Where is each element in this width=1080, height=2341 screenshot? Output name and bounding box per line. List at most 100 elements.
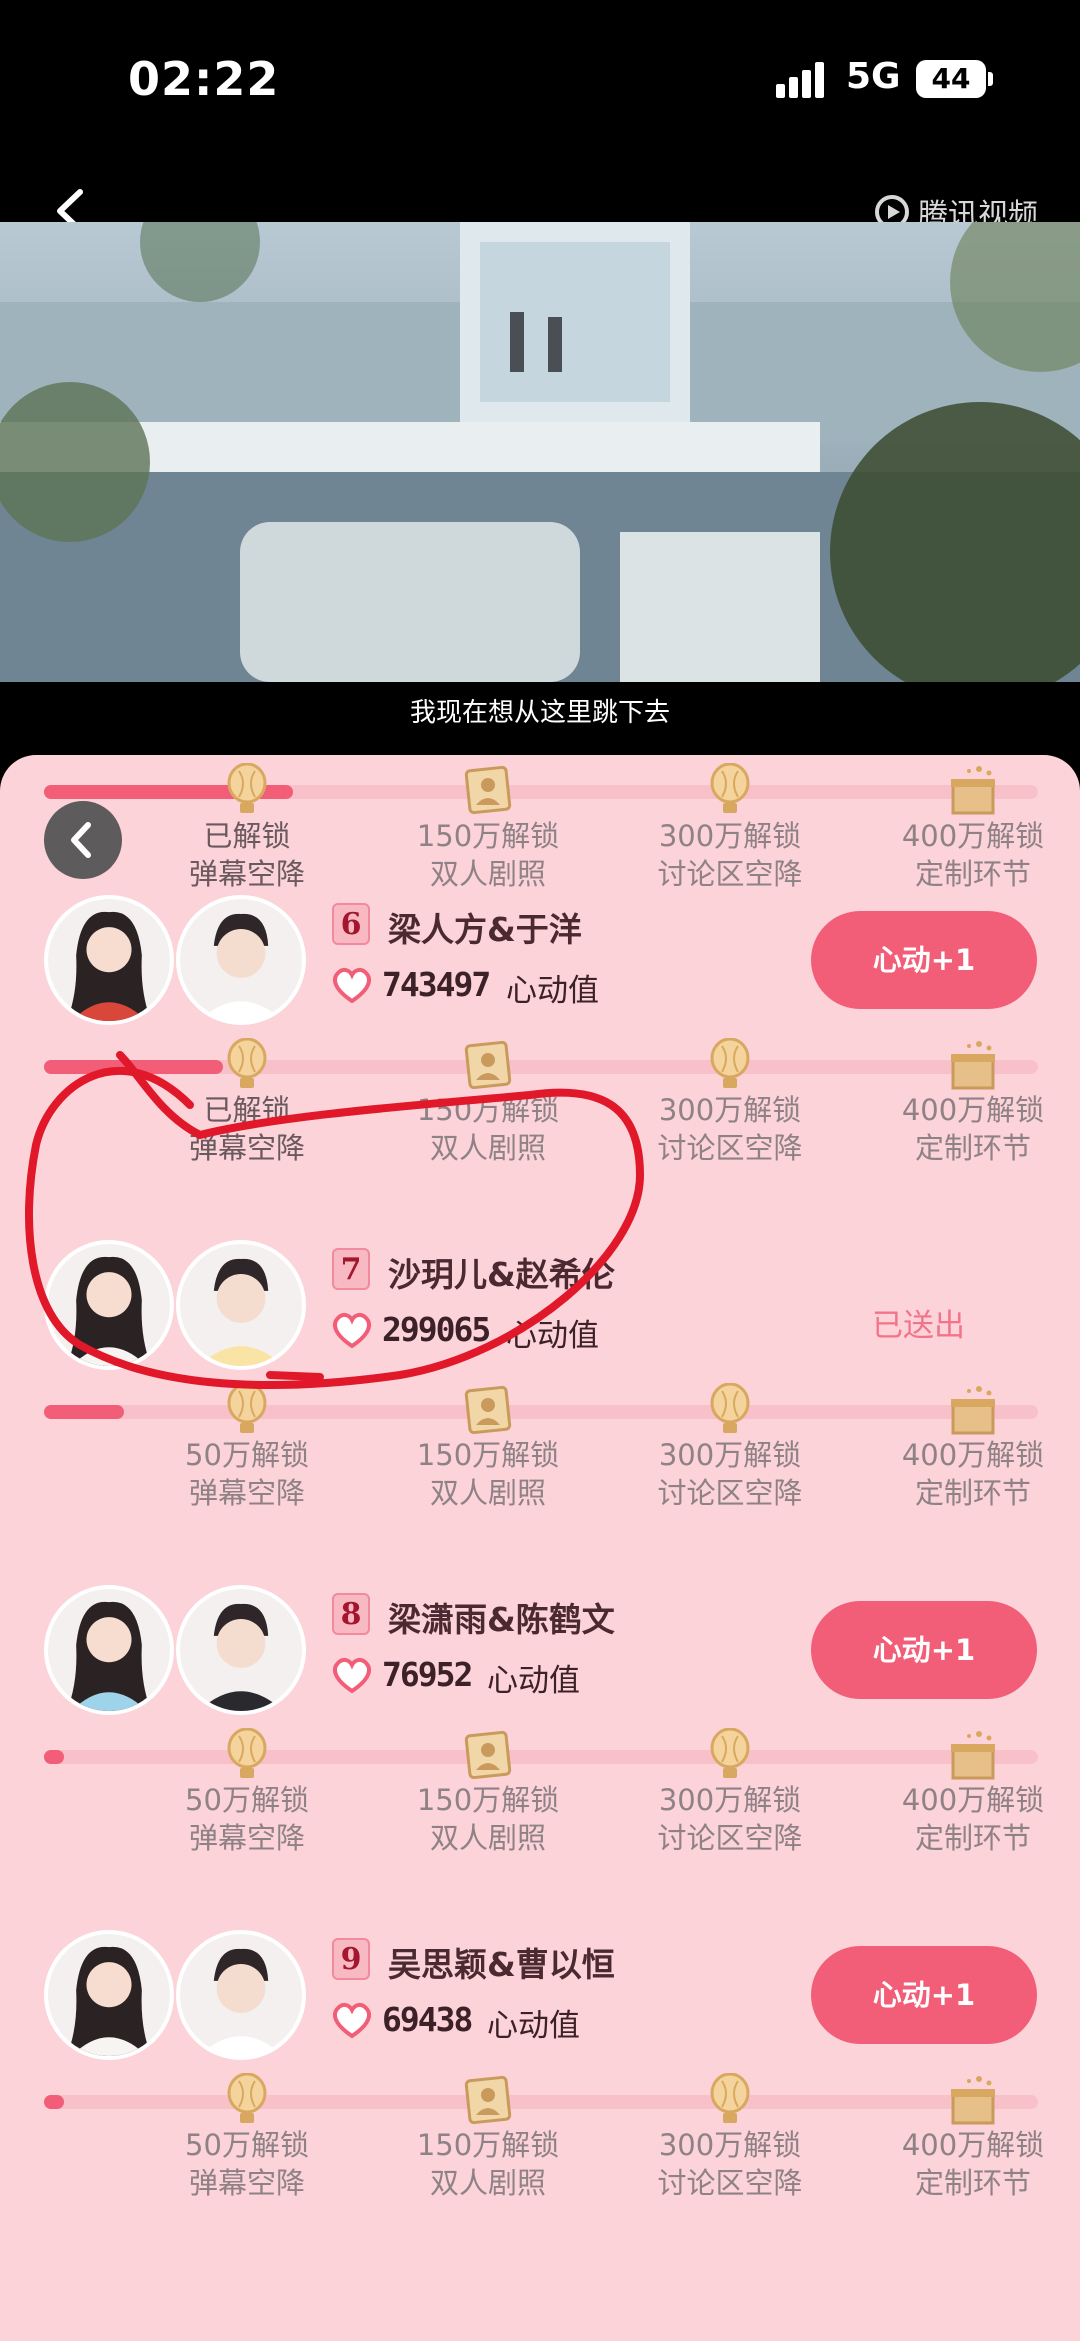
heart-plus-one-button[interactable]: 心动+1 [811, 1946, 1037, 2044]
progress-track [44, 785, 1038, 799]
milestone-label: 400万解锁 定制环节 [868, 1781, 1078, 1857]
milestone-label: 150万解锁 双人剧照 [383, 1781, 593, 1857]
avatar-female[interactable] [44, 1240, 174, 1370]
milestone-reward: 弹幕空降 [188, 1476, 305, 1510]
couple-names: 吴思颖&曹以恒 [388, 1945, 615, 1984]
avatar-male[interactable] [176, 1585, 306, 1715]
couple-names: 梁人方&于洋 [388, 910, 582, 949]
milestone-reward: 双人剧照 [429, 1131, 546, 1165]
score-unit: 心动值 [506, 1318, 599, 1354]
score-unit: 心动值 [487, 2008, 580, 2044]
milestone-label: 50万解锁弹幕空降 [142, 1436, 352, 1512]
heart-icon [330, 1653, 374, 1697]
heart-score: 743497 [382, 965, 491, 1004]
milestone-reward: 双人剧照 [429, 2166, 546, 2200]
balloon-icon [706, 1382, 754, 1435]
milestone-label: 400万解锁 定制环节 [868, 817, 1078, 893]
milestone-label: 150万解锁 双人剧照 [383, 1436, 593, 1512]
gift-box-icon [949, 1728, 997, 1780]
signal-icon [776, 62, 824, 98]
milestone-threshold: 已解锁 [203, 1093, 291, 1127]
battery-icon [988, 72, 993, 86]
milestone-label: 已解锁 弹幕空降 [142, 817, 352, 893]
rank-badge: 6 [332, 903, 370, 945]
rank-badge: 8 [332, 1593, 370, 1635]
milestone-reward: 双人剧照 [429, 1821, 546, 1855]
back-chevron-icon [71, 822, 91, 858]
gift-box-icon [949, 763, 997, 815]
milestone-reward: 双人剧照 [429, 857, 546, 891]
score-unit: 心动值 [487, 1663, 580, 1699]
video-subtitle: 我现在想从这里跳下去 [409, 698, 670, 728]
battery-level: 44 [916, 60, 986, 98]
balloon-icon [706, 1037, 754, 1090]
avatar-male[interactable] [176, 1240, 306, 1370]
rank-badge: 7 [332, 1248, 370, 1290]
sent-status: 已送出 [872, 1308, 965, 1344]
photo-icon [464, 1383, 512, 1435]
rank-badge: 9 [332, 1938, 370, 1980]
milestone-label: 400万解锁 定制环节 [868, 1436, 1078, 1512]
heart-score: 299065 [382, 1310, 491, 1349]
milestone-threshold: 300万解锁 [658, 1783, 802, 1817]
milestone-label: 300万解锁 讨论区空降 [625, 2126, 835, 2202]
milestone-threshold: 400万解锁 [901, 2128, 1045, 2162]
heart-plus-one-button[interactable]: 心动+1 [811, 1601, 1037, 1699]
photo-icon [464, 763, 512, 815]
milestone-label: 300万解锁 讨论区空降 [625, 1436, 835, 1512]
balloon-icon [706, 762, 754, 815]
avatar-female[interactable] [44, 895, 174, 1025]
avatar-female[interactable] [44, 1585, 174, 1715]
milestone-threshold: 已解锁 [203, 819, 291, 853]
progress-fill [44, 1405, 124, 1419]
milestone-reward: 定制环节 [914, 2166, 1031, 2200]
milestone-label: 150万解锁 双人剧照 [383, 1091, 593, 1167]
heart-score: 76952 [382, 1655, 473, 1694]
milestone-reward: 定制环节 [914, 1821, 1031, 1855]
panel-back-button[interactable] [44, 801, 122, 879]
milestone-label: 已解锁 弹幕空降 [142, 1091, 352, 1167]
milestone-threshold: 400万解锁 [901, 1093, 1045, 1127]
progress-track [44, 1405, 1038, 1419]
milestone-reward: 定制环节 [914, 1131, 1031, 1165]
video-player[interactable]: 腾讯视频 我现在想从这里跳下去 [0, 160, 1080, 760]
progress-fill [44, 2095, 64, 2109]
milestone-threshold: 300万解锁 [658, 1438, 802, 1472]
milestone-threshold: 50万解锁 [185, 2128, 309, 2162]
gift-box-icon [949, 1383, 997, 1435]
balloon-icon [706, 1727, 754, 1780]
milestone-reward: 讨论区空降 [657, 857, 803, 891]
milestone-reward: 讨论区空降 [657, 1821, 803, 1855]
photo-icon [464, 1728, 512, 1780]
milestone-reward: 定制环节 [914, 1476, 1031, 1510]
gift-box-icon [949, 2073, 997, 2125]
score-unit: 心动值 [506, 973, 599, 1009]
milestone-reward: 讨论区空降 [657, 1131, 803, 1165]
heart-icon [330, 1998, 374, 2042]
gift-box-icon [949, 1038, 997, 1090]
milestone-label: 400万解锁 定制环节 [868, 1091, 1078, 1167]
video-frame [0, 222, 1080, 682]
milestone-threshold: 150万解锁 [416, 2128, 560, 2162]
milestone-threshold: 400万解锁 [901, 1438, 1045, 1472]
progress-fill [44, 1750, 64, 1764]
milestone-threshold: 150万解锁 [416, 819, 560, 853]
milestone-label: 300万解锁 讨论区空降 [625, 1781, 835, 1857]
heart-icon [330, 1308, 374, 1352]
clock: 02:22 [128, 52, 280, 106]
progress-track [44, 1060, 1038, 1074]
milestone-reward: 弹幕空降 [188, 857, 305, 891]
avatar-male[interactable] [176, 1930, 306, 2060]
milestone-threshold: 50万解锁 [185, 1438, 309, 1472]
balloon-icon [223, 1037, 271, 1090]
milestone-label: 150万解锁 双人剧照 [383, 2126, 593, 2202]
avatar-female[interactable] [44, 1930, 174, 2060]
heart-plus-one-button[interactable]: 心动+1 [811, 911, 1037, 1009]
avatar-male[interactable] [176, 895, 306, 1025]
network-type: 5G [846, 56, 901, 97]
heart-score: 69438 [382, 2000, 473, 2039]
heart-icon [330, 963, 374, 1007]
milestone-label: 50万解锁 弹幕空降 [142, 1781, 352, 1857]
balloon-icon [223, 2072, 271, 2125]
milestone-threshold: 150万解锁 [416, 1438, 560, 1472]
